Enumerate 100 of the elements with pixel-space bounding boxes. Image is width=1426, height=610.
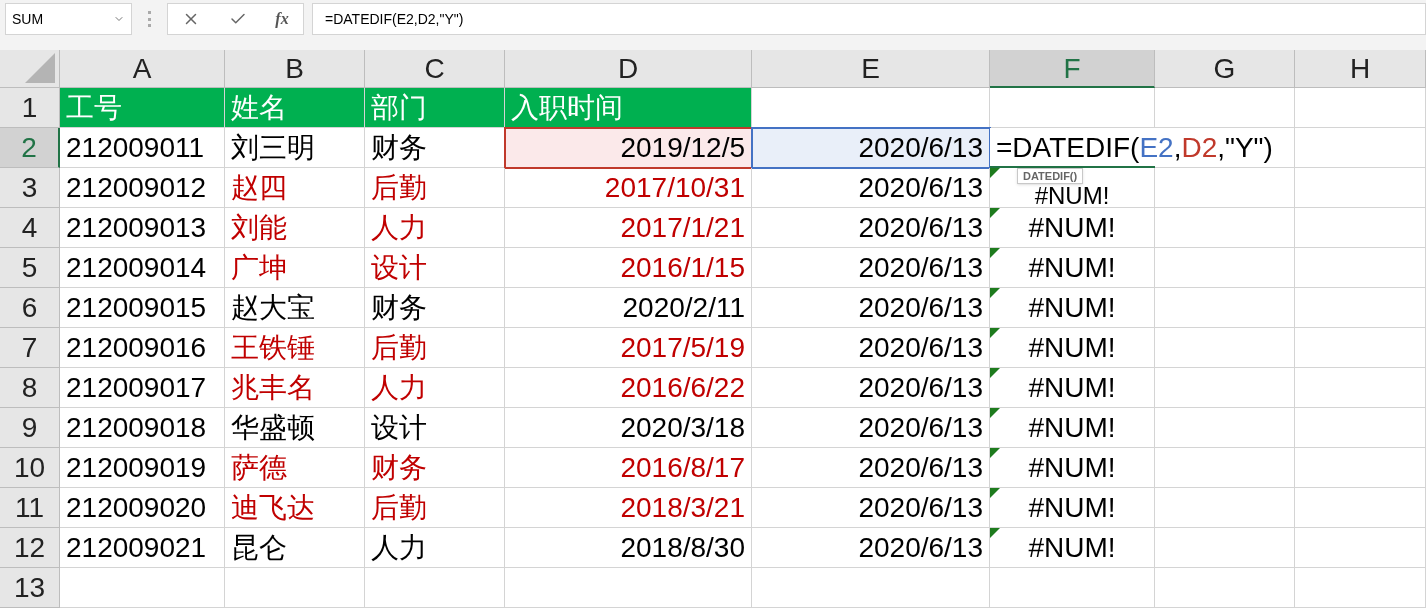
row-header[interactable]: 3 bbox=[0, 168, 60, 208]
table-cell: 刘能 bbox=[225, 208, 365, 248]
error-indicator-icon[interactable] bbox=[990, 488, 1000, 498]
table-cell: 人力 bbox=[365, 368, 505, 408]
table-cell: 2017/5/19 bbox=[505, 328, 752, 368]
table-cell: 设计 bbox=[365, 248, 505, 288]
table-cell: 2018/8/30 bbox=[505, 528, 752, 568]
table-cell: 212009017 bbox=[60, 368, 225, 408]
table-cell: 2020/6/13 bbox=[752, 168, 990, 208]
error-indicator-icon[interactable] bbox=[990, 248, 1000, 258]
table-cell: 212009016 bbox=[60, 328, 225, 368]
table-cell: 兆丰名 bbox=[225, 368, 365, 408]
row-header[interactable]: 12 bbox=[0, 528, 60, 568]
name-box-value: SUM bbox=[12, 9, 44, 29]
table-cell: 后勤 bbox=[365, 328, 505, 368]
row-header[interactable]: 5 bbox=[0, 248, 60, 288]
table-cell: 212009019 bbox=[60, 448, 225, 488]
row-header[interactable]: 13 bbox=[0, 568, 60, 608]
insert-function-button[interactable]: fx bbox=[275, 7, 289, 31]
name-box[interactable]: SUM bbox=[5, 3, 132, 35]
error-indicator-icon[interactable] bbox=[990, 528, 1000, 538]
table-cell: 2020/6/13 bbox=[752, 248, 990, 288]
table-cell-text: #NUM! bbox=[1028, 211, 1116, 245]
table-cell: 2017/10/31 bbox=[505, 168, 752, 208]
table-cell-text: #NUM! bbox=[1028, 451, 1116, 485]
table-cell: 昆仑 bbox=[225, 528, 365, 568]
table-cell-text: #NUM! bbox=[1028, 411, 1116, 445]
error-indicator-icon[interactable] bbox=[990, 168, 1000, 178]
table-cell: 2020/3/18 bbox=[505, 408, 752, 448]
column-header[interactable]: C bbox=[365, 50, 505, 88]
error-indicator-icon[interactable] bbox=[990, 408, 1000, 418]
table-cell: 迪飞达 bbox=[225, 488, 365, 528]
table-cell: 后勤 bbox=[365, 488, 505, 528]
table-cell: 212009020 bbox=[60, 488, 225, 528]
table-cell-text: #NUM! bbox=[1028, 291, 1116, 325]
column-header[interactable]: F bbox=[990, 50, 1155, 88]
table-cell: 华盛顿 bbox=[225, 408, 365, 448]
table-cell: 2018/3/21 bbox=[505, 488, 752, 528]
row-header[interactable]: 9 bbox=[0, 408, 60, 448]
table-cell: 212009013 bbox=[60, 208, 225, 248]
table-cell-text: #NUM! bbox=[1028, 371, 1116, 405]
table-cell: 212009021 bbox=[60, 528, 225, 568]
header-cell: 入职时间 bbox=[505, 88, 752, 128]
table-cell: 2020/6/13 bbox=[752, 528, 990, 568]
formula-input[interactable]: =DATEDIF(E2,D2,"Y") bbox=[312, 3, 1426, 35]
table-cell: 2020/6/13 bbox=[752, 368, 990, 408]
table-cell-text: #NUM! bbox=[1028, 531, 1116, 565]
error-indicator-icon[interactable] bbox=[990, 288, 1000, 298]
table-cell: 2020/6/13 bbox=[752, 328, 990, 368]
row-header[interactable]: 2 bbox=[0, 128, 60, 168]
table-cell: 赵大宝 bbox=[225, 288, 365, 328]
column-header[interactable]: B bbox=[225, 50, 365, 88]
table-cell: 212009018 bbox=[60, 408, 225, 448]
table-cell: 财务 bbox=[365, 288, 505, 328]
table-cell: #NUM! bbox=[1034, 184, 1110, 208]
table-cell: 2020/6/13 bbox=[752, 488, 990, 528]
column-header[interactable]: D bbox=[505, 50, 752, 88]
table-cell-text: #NUM! bbox=[1028, 491, 1116, 525]
error-indicator-icon[interactable] bbox=[990, 208, 1000, 218]
table-cell: 后勤 bbox=[365, 168, 505, 208]
table-cell: 2016/8/17 bbox=[505, 448, 752, 488]
header-cell: 姓名 bbox=[225, 88, 365, 128]
table-cell: 2020/6/13 bbox=[752, 128, 990, 168]
row-header[interactable]: 7 bbox=[0, 328, 60, 368]
drag-handle-icon[interactable] bbox=[148, 11, 151, 27]
table-cell: 212009014 bbox=[60, 248, 225, 288]
header-cell: 工号 bbox=[60, 88, 225, 128]
table-cell-text: #NUM! bbox=[1028, 251, 1116, 285]
header-cell: 部门 bbox=[365, 88, 505, 128]
table-cell: 广坤 bbox=[225, 248, 365, 288]
table-cell: 212009015 bbox=[60, 288, 225, 328]
table-cell: 2020/6/13 bbox=[752, 408, 990, 448]
table-cell: 设计 bbox=[365, 408, 505, 448]
table-cell: 王铁锤 bbox=[225, 328, 365, 368]
table-cell: 2020/6/13 bbox=[752, 208, 990, 248]
table-cell: 212009012 bbox=[60, 168, 225, 208]
table-cell: 刘三明 bbox=[225, 128, 365, 168]
column-header[interactable]: A bbox=[60, 50, 225, 88]
row-header[interactable]: 4 bbox=[0, 208, 60, 248]
row-header[interactable]: 6 bbox=[0, 288, 60, 328]
table-cell: 2017/1/21 bbox=[505, 208, 752, 248]
table-cell: 财务 bbox=[365, 448, 505, 488]
table-cell: 人力 bbox=[365, 208, 505, 248]
column-header[interactable]: G bbox=[1155, 50, 1295, 88]
table-cell: 萨德 bbox=[225, 448, 365, 488]
column-header[interactable]: E bbox=[752, 50, 990, 88]
table-cell: 2020/6/13 bbox=[752, 448, 990, 488]
table-cell: 人力 bbox=[365, 528, 505, 568]
table-cell: 2020/6/13 bbox=[752, 288, 990, 328]
row-header[interactable]: 11 bbox=[0, 488, 60, 528]
row-header[interactable]: 1 bbox=[0, 88, 60, 128]
error-indicator-icon[interactable] bbox=[990, 448, 1000, 458]
row-header[interactable]: 10 bbox=[0, 448, 60, 488]
row-header[interactable]: 8 bbox=[0, 368, 60, 408]
error-indicator-icon[interactable] bbox=[990, 368, 1000, 378]
column-header[interactable]: H bbox=[1295, 50, 1426, 88]
table-cell: 赵四 bbox=[225, 168, 365, 208]
table-cell: 2020/2/11 bbox=[505, 288, 752, 328]
table-cell: 2016/1/15 bbox=[505, 248, 752, 288]
error-indicator-icon[interactable] bbox=[990, 328, 1000, 338]
